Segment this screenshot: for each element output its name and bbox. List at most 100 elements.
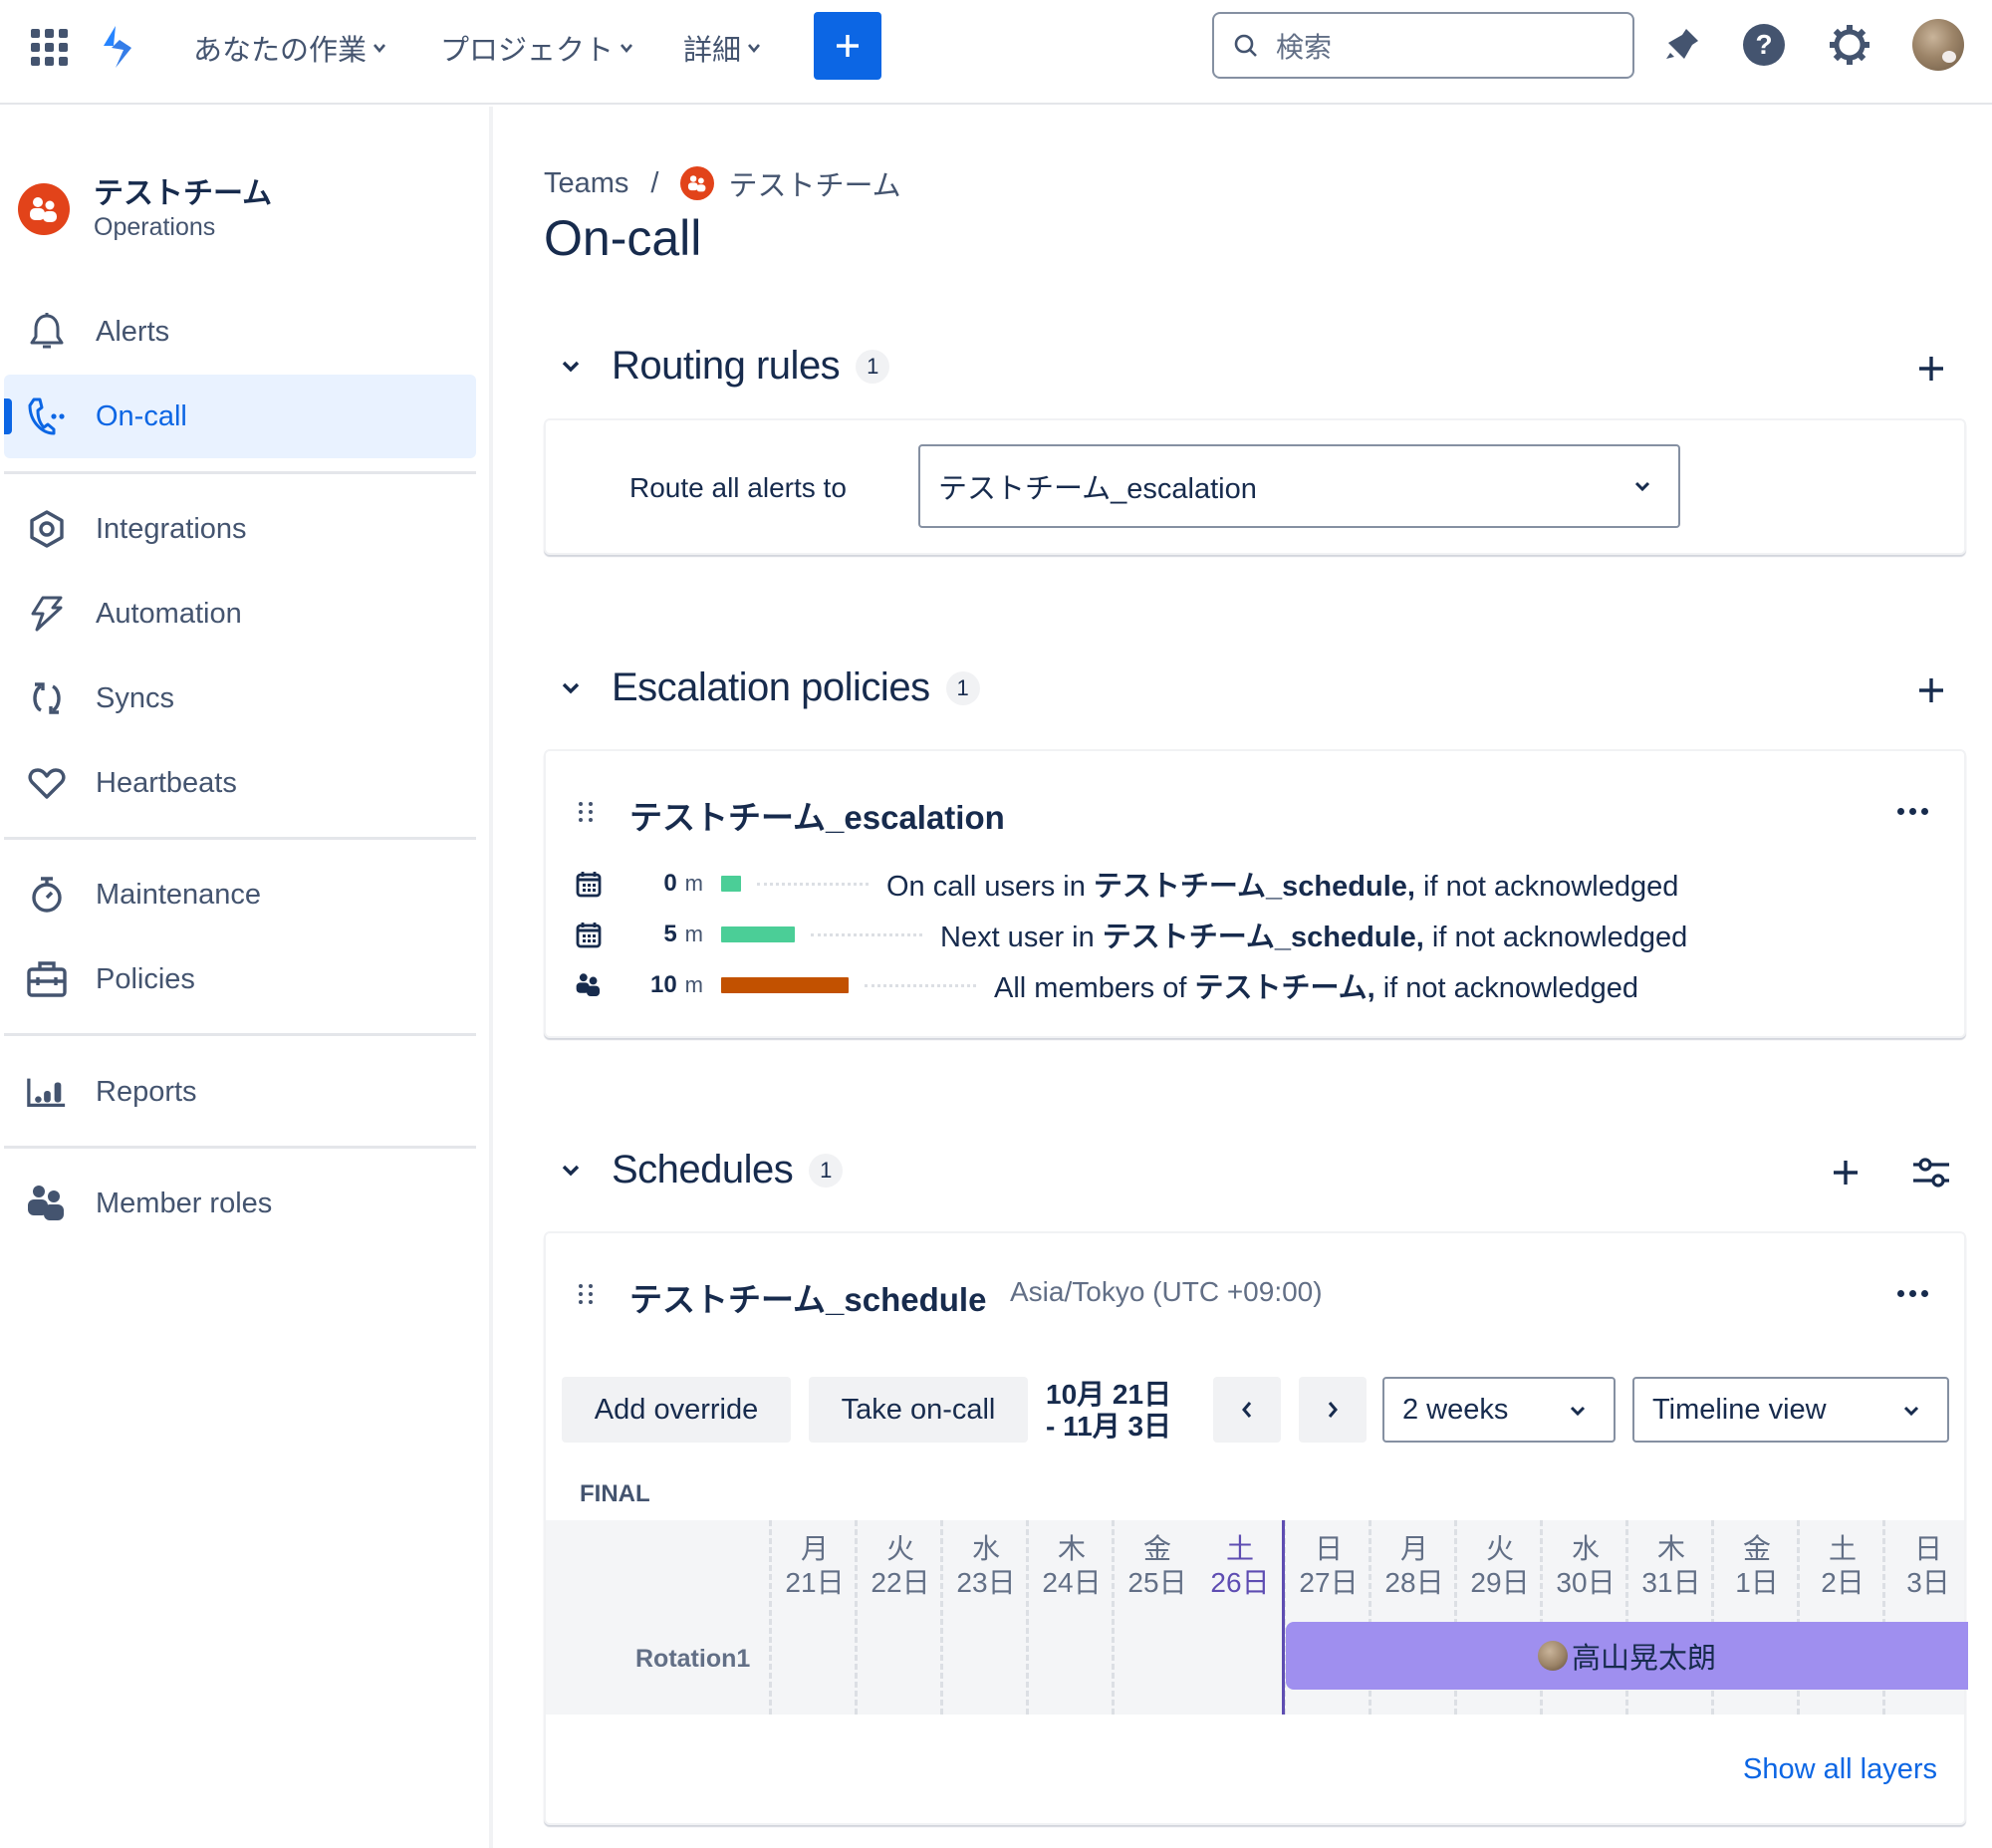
timeline-day-label: 金 1日 [1735, 1533, 1779, 1598]
team-icon [18, 183, 70, 235]
timeline-day-column: 土 26日 [1197, 1520, 1283, 1715]
step-delay: 0m [663, 870, 703, 897]
sidebar-item-alerts[interactable]: Alerts [4, 290, 476, 374]
integrations-icon [26, 508, 68, 550]
create-button[interactable] [814, 12, 881, 80]
collapse-routing-button[interactable] [558, 354, 584, 380]
step-target[interactable]: テストチーム, [1194, 972, 1374, 1004]
take-on-call-button[interactable]: Take on-call [809, 1377, 1028, 1443]
sidebar-item-automation[interactable]: Automation [4, 572, 476, 656]
drag-handle-icon[interactable] [576, 799, 596, 825]
selected-value: テストチーム_escalation [938, 473, 1257, 505]
chart-icon [26, 1071, 68, 1113]
chevron-right-icon [1328, 1402, 1338, 1418]
next-period-button[interactable] [1299, 1377, 1367, 1443]
route-escalation-select[interactable]: テストチーム_escalation [918, 444, 1680, 528]
schedule-timeline: Rotation1 月 21日火 22日水 23日木 24日金 25日土 26日日 27日月 2… [546, 1520, 1968, 1715]
add-override-button[interactable]: Add override [562, 1377, 791, 1443]
nav-menu-your-work[interactable]: あなたの作業 [193, 26, 386, 70]
sidebar-item-heartbeats[interactable]: Heartbeats [4, 741, 476, 825]
timeline-day-label: 木 24日 [1042, 1533, 1102, 1598]
breadcrumb-team-link[interactable]: テストチーム [728, 162, 900, 204]
sidebar-item-label: Maintenance [96, 878, 262, 911]
help-icon: ? [1743, 24, 1785, 66]
team-type: Operations [94, 213, 216, 241]
schedule-card: テストチーム_schedule Asia/Tokyo (UTC +09:00) … [544, 1231, 1968, 1825]
escalation-policies-header: Escalation policies 1 [558, 665, 980, 710]
team-header[interactable]: テストチーム Operations [18, 176, 272, 242]
breadcrumb-teams-link[interactable]: Teams [544, 167, 628, 200]
chevron-down-icon [374, 44, 386, 54]
sidebar-item-maintenance[interactable]: Maintenance [4, 853, 476, 936]
sidebar-item-on-call[interactable]: On-call [4, 375, 476, 458]
sidebar-item-label: Automation [96, 597, 242, 630]
timeline-day-column: 月 21日 [769, 1520, 855, 1715]
help-button[interactable]: ? [1739, 20, 1789, 70]
schedule-name[interactable]: テストチーム_schedule [629, 1273, 986, 1321]
svg-text:?: ? [1755, 29, 1772, 60]
date-range: 10月 21日 - 11月 3日 [1046, 1379, 1171, 1443]
sidebar-item-integrations[interactable]: Integrations [4, 487, 476, 571]
escalation-step: 10 m All members of テストチーム, if not acknowl… [574, 965, 1948, 1005]
sidebar-item-label: Reports [96, 1075, 197, 1108]
add-schedule-button[interactable] [1821, 1148, 1870, 1197]
chevron-down-icon [1634, 481, 1650, 492]
profile-avatar[interactable] [1912, 19, 1964, 71]
on-call-shift[interactable]: 高山晃太朗 [1286, 1622, 1968, 1690]
timeline-day-label: 日 27日 [1299, 1533, 1359, 1598]
delay-bar [721, 926, 795, 942]
team-icon [680, 166, 715, 200]
schedules-header: Schedules 1 [558, 1148, 844, 1192]
sidebar-item-member-roles[interactable]: Member roles [4, 1162, 476, 1245]
calendar-icon [574, 869, 604, 899]
policy-more-button[interactable] [1886, 791, 1938, 831]
drag-handle-icon[interactable] [576, 1281, 596, 1307]
step-target[interactable]: テストチーム_schedule, [1094, 871, 1415, 903]
chevron-down-icon [1570, 1406, 1586, 1417]
page-title: On-call [544, 210, 702, 266]
interval-select[interactable]: 2 weeks [1382, 1377, 1616, 1443]
app-switcher-icon[interactable] [30, 28, 68, 66]
previous-period-button[interactable] [1213, 1377, 1281, 1443]
schedule-more-button[interactable] [1886, 1273, 1938, 1313]
nav-menu-projects[interactable]: プロジェクト [440, 26, 633, 70]
collapse-schedules-button[interactable] [558, 1158, 584, 1184]
add-escalation-button[interactable] [1906, 665, 1956, 715]
count-badge: 1 [945, 670, 980, 705]
sidebar-item-syncs[interactable]: Syncs [4, 657, 476, 740]
on-call-icon [26, 396, 68, 437]
add-routing-rule-button[interactable] [1906, 344, 1956, 394]
stopwatch-icon [26, 874, 68, 916]
notifications-button[interactable] [1657, 20, 1707, 70]
people-icon [574, 970, 604, 1000]
sidebar-item-label: Syncs [96, 681, 174, 714]
sidebar-item-policies[interactable]: Policies [4, 937, 476, 1021]
nav-menu-more[interactable]: 詳細 [683, 26, 761, 70]
product-logo-icon[interactable] [98, 24, 137, 70]
search-input[interactable]: 検索 [1212, 12, 1634, 79]
sidebar: テストチーム Operations Alerts On-call Integra… [0, 107, 493, 1848]
policy-name[interactable]: テストチーム_escalation [629, 791, 1005, 839]
plus-icon [1834, 1161, 1858, 1185]
timeline-day-column: 水 23日 [940, 1520, 1026, 1715]
chevron-down-icon [562, 1165, 580, 1176]
toolbox-icon [26, 958, 68, 1000]
timeline-day-label: 月 21日 [785, 1533, 845, 1598]
collapse-escalation-button[interactable] [558, 675, 584, 701]
routing-rules-card: Route all alerts to テストチーム_escalation [544, 418, 1966, 555]
top-navigation: あなたの作業 プロジェクト 詳細 検索 ? [0, 0, 1992, 105]
escalation-policy-card: テストチーム_escalation 0 m On call users in テスト… [544, 749, 1966, 1038]
show-all-layers-link[interactable]: Show all layers [1743, 1753, 1937, 1786]
sidebar-item-reports[interactable]: Reports [4, 1050, 476, 1134]
schedule-filter-button[interactable] [1906, 1148, 1956, 1197]
nav-menu-label: あなたの作業 [193, 35, 368, 67]
timeline-day-label: 水 23日 [956, 1533, 1016, 1598]
settings-button[interactable] [1825, 20, 1874, 70]
step-target[interactable]: テストチーム_schedule, [1103, 922, 1424, 953]
view-select[interactable]: Timeline view [1632, 1377, 1949, 1443]
chevron-left-icon [1242, 1402, 1252, 1418]
timeline-day-column: 金 25日 [1112, 1520, 1197, 1715]
chevron-down-icon [1903, 1406, 1919, 1417]
timeline-day-label: 木 31日 [1641, 1533, 1701, 1598]
timeline-day-column: 火 22日 [855, 1520, 940, 1715]
